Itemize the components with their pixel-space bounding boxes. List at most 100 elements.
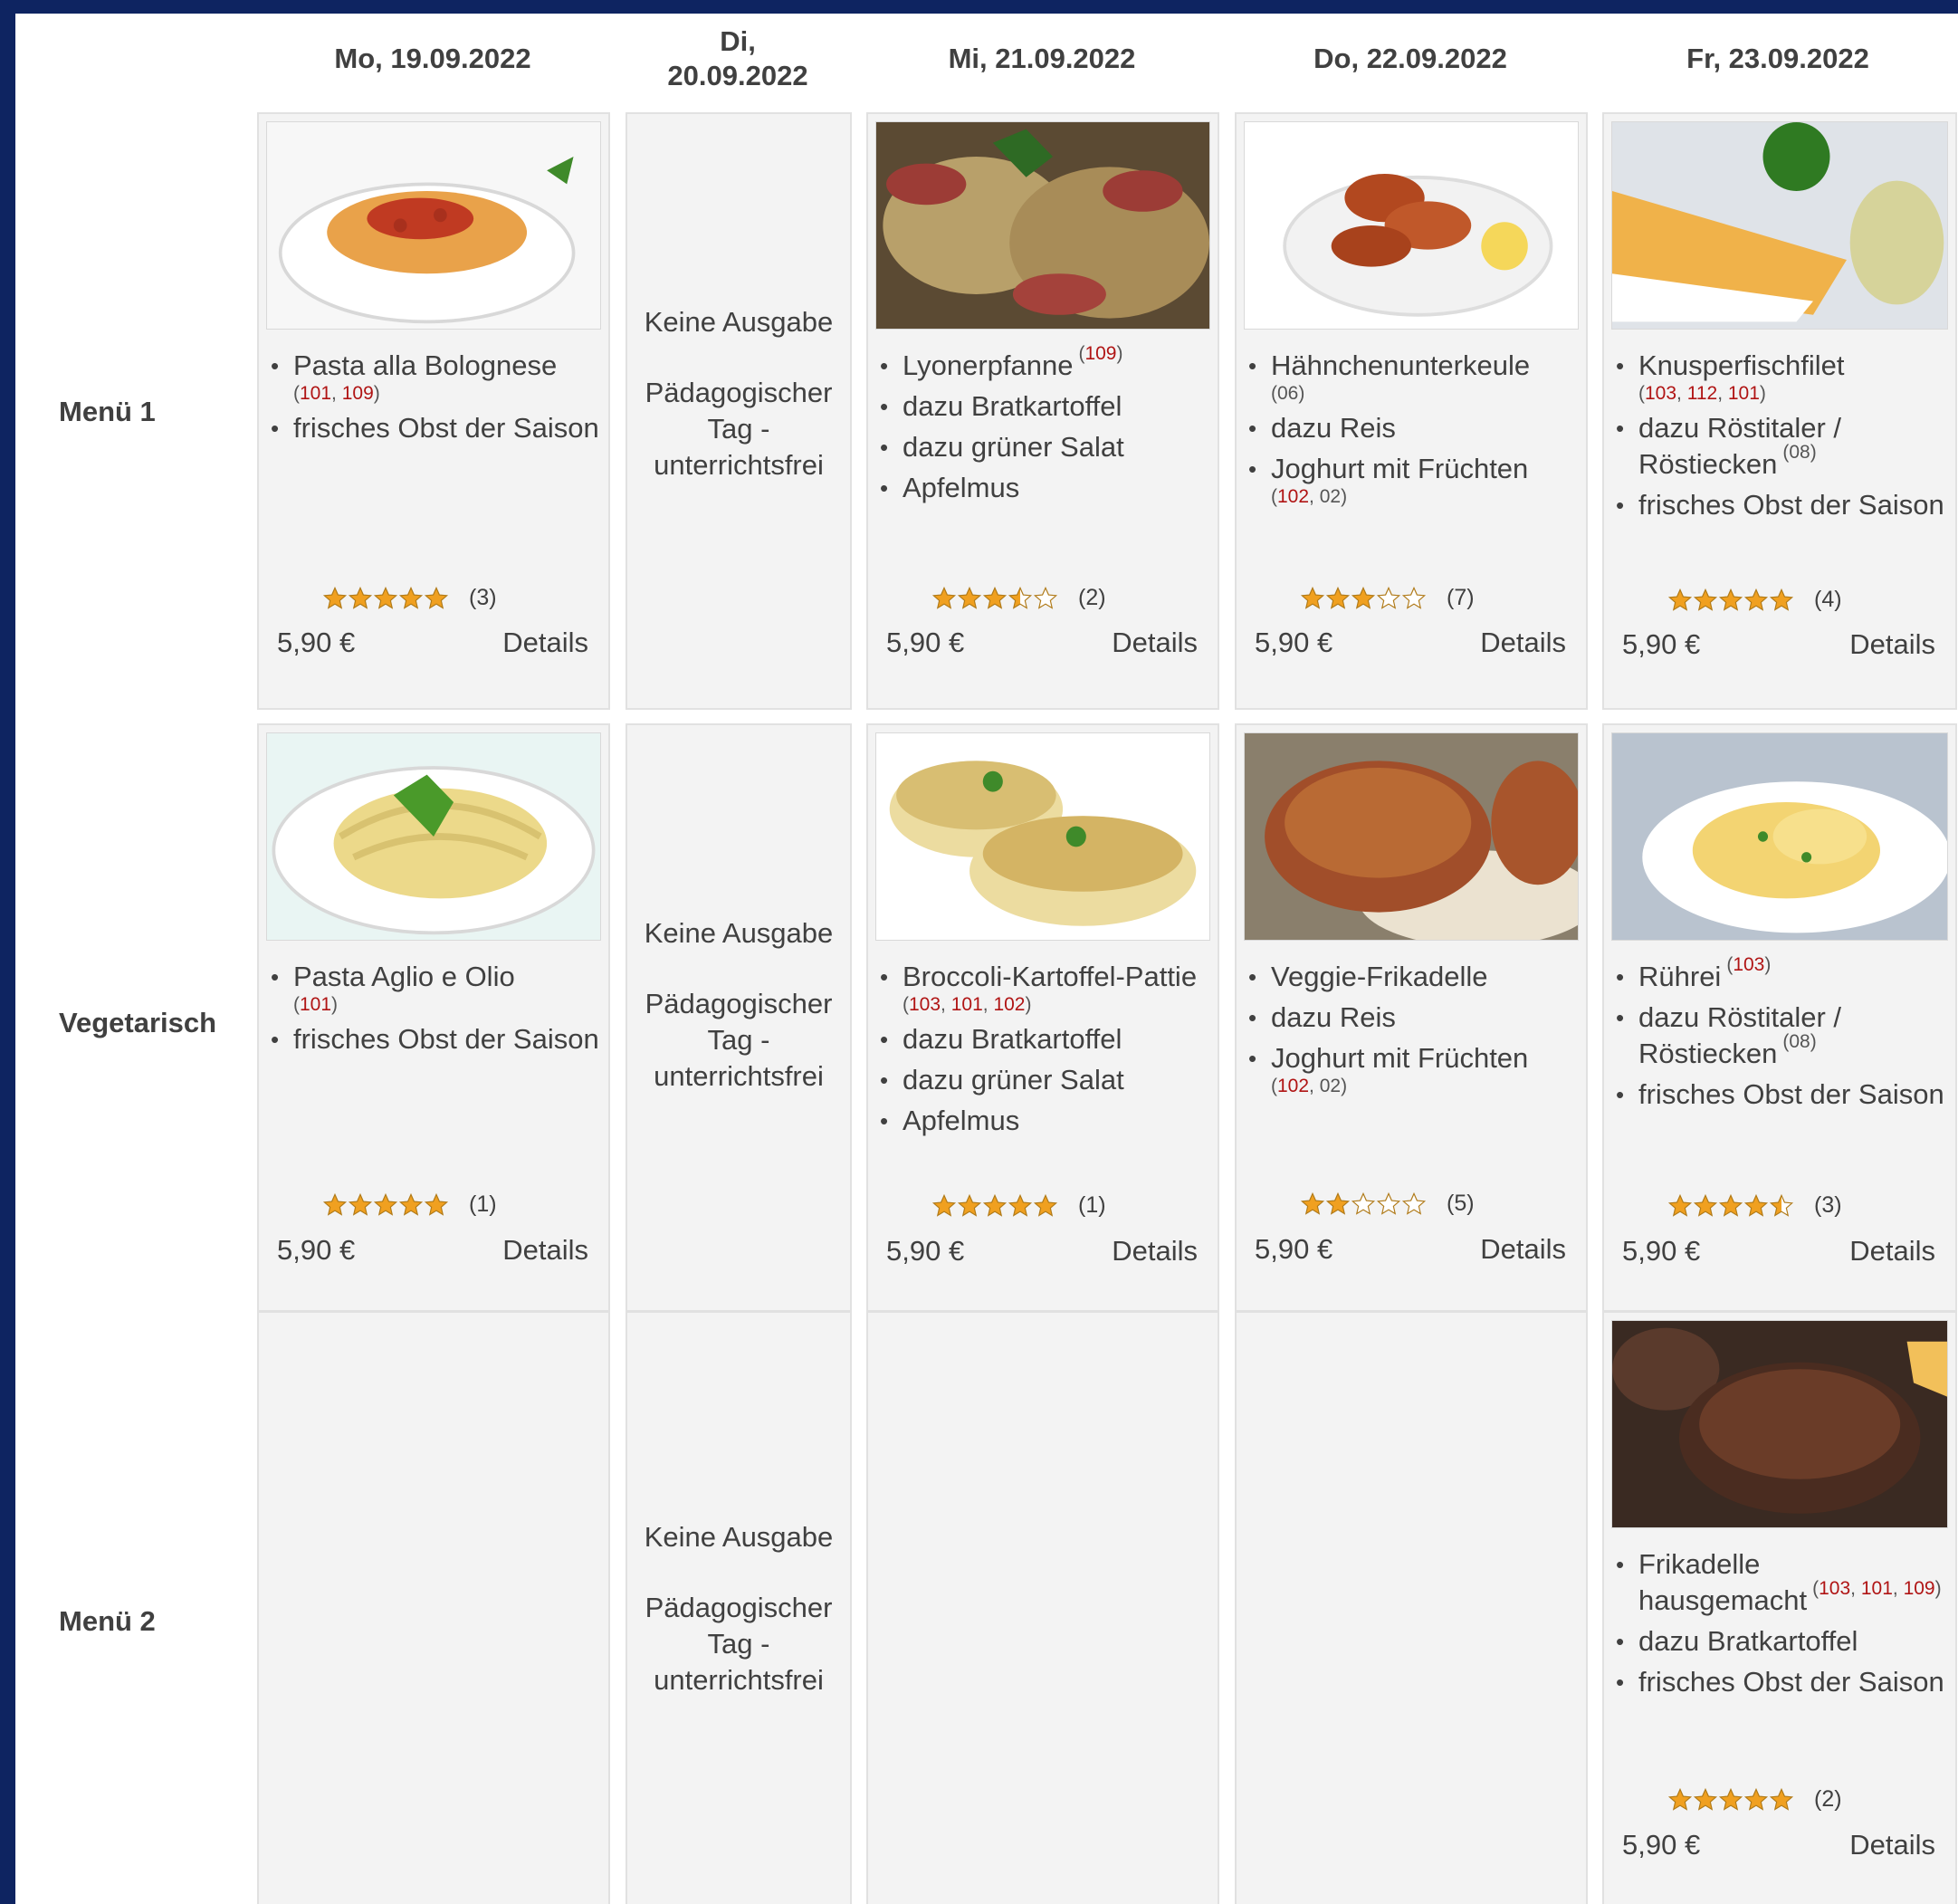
star-icon[interactable] <box>1693 1787 1718 1813</box>
details-link[interactable]: Details <box>1849 1235 1935 1268</box>
allergen-codes: (103) <box>1726 954 1772 975</box>
price: 5,90 € <box>886 627 965 658</box>
details-link[interactable]: Details <box>502 1234 588 1267</box>
star-icon[interactable] <box>1300 586 1325 611</box>
dish-name: Joghurt mit Früchten <box>1271 1042 1529 1074</box>
dish-name: frisches Obst der Saison <box>1638 1078 1944 1110</box>
star-icon[interactable] <box>398 1192 424 1218</box>
star-icon[interactable] <box>1718 1787 1743 1813</box>
menu-card[interactable]: Pasta alla Bolognese(101, 109) frisches O… <box>257 112 610 710</box>
star-icon[interactable] <box>348 1192 373 1218</box>
star-icon[interactable] <box>373 1192 398 1218</box>
dish-list: Lyonerpfanne(109) dazu Bratkartoffel dazu … <box>875 343 1212 511</box>
dish-name: Broccoli-Kartoffel-Pattie <box>903 961 1198 992</box>
chicken-legs-photo <box>1244 121 1579 330</box>
dish-name: Apfelmus <box>903 1105 1020 1136</box>
dish-name: Hähnchenunterkeule <box>1271 349 1531 381</box>
star-icon[interactable] <box>1008 586 1033 611</box>
menu-card[interactable]: Hähnchenunterkeule(06) dazu Reis Joghurt m… <box>1235 112 1588 710</box>
details-link[interactable]: Details <box>1480 1233 1566 1266</box>
star-icon[interactable] <box>322 1192 348 1218</box>
star-icon[interactable] <box>424 586 449 611</box>
star-icon[interactable] <box>1376 1191 1401 1217</box>
details-link[interactable]: Details <box>1480 627 1566 659</box>
star-rating[interactable]: (2) <box>1667 1786 1842 1813</box>
rating-count: (2) <box>1078 585 1106 610</box>
star-icon[interactable] <box>1769 588 1794 613</box>
star-icon[interactable] <box>1769 1193 1794 1219</box>
allergen-codes: (08) <box>1782 442 1817 463</box>
details-link[interactable]: Details <box>502 627 588 659</box>
star-icon[interactable] <box>957 1193 982 1219</box>
star-icon[interactable] <box>1718 1193 1743 1219</box>
star-icon[interactable] <box>982 586 1008 611</box>
star-icon[interactable] <box>1667 588 1693 613</box>
star-icon[interactable] <box>1667 1193 1693 1219</box>
star-icon[interactable] <box>957 586 982 611</box>
menu-plan: Mo, 19.09.2022 Di, 20.09.2022 Mi, 21.09.… <box>15 14 1958 1904</box>
closed-line-2: Pädagogischer Tag - unterrichtsfrei <box>645 377 833 481</box>
star-icon[interactable] <box>1300 1191 1325 1217</box>
star-icon[interactable] <box>424 1192 449 1218</box>
star-icon[interactable] <box>1769 1787 1794 1813</box>
menu-card[interactable]: Pasta Aglio e Olio(101) frisches Obst der… <box>257 723 610 1312</box>
star-icon[interactable] <box>982 1193 1008 1219</box>
star-icon[interactable] <box>931 1193 957 1219</box>
star-icon[interactable] <box>1376 586 1401 611</box>
star-rating[interactable]: (4) <box>1667 587 1842 613</box>
star-rating[interactable]: (7) <box>1300 585 1475 611</box>
star-icon[interactable] <box>1693 588 1718 613</box>
menu-card[interactable]: Lyonerpfanne(109) dazu Bratkartoffel dazu … <box>866 112 1219 710</box>
dish-item: Apfelmus <box>875 1103 1212 1139</box>
star-icon[interactable] <box>1743 1193 1769 1219</box>
star-icon[interactable] <box>1351 586 1376 611</box>
star-rating[interactable]: (3) <box>1667 1192 1842 1219</box>
menu-card[interactable]: Frikadelle hausgemacht(103, 101, 109) daz… <box>1602 1311 1957 1904</box>
star-rating[interactable]: (1) <box>931 1192 1106 1219</box>
price: 5,90 € <box>277 1234 356 1266</box>
menu-card[interactable]: Veggie-Frikadelle dazu Reis Joghurt mit Fr… <box>1235 723 1588 1312</box>
star-rating[interactable]: (3) <box>322 585 497 611</box>
price: 5,90 € <box>1622 1829 1701 1861</box>
menu-card[interactable]: Knusperfischfilet(103, 112, 101)dazu Rös… <box>1602 112 1957 710</box>
details-link[interactable]: Details <box>1849 628 1935 661</box>
star-icon[interactable] <box>1008 1193 1033 1219</box>
scrambled-eggs-photo <box>1611 732 1948 941</box>
star-icon[interactable] <box>373 586 398 611</box>
star-icon[interactable] <box>931 586 957 611</box>
dish-list: Veggie-Frikadelle dazu Reis Joghurt mit Fr… <box>1244 959 1581 1103</box>
dish-item: Joghurt mit Früchten(102, 02) <box>1244 451 1581 509</box>
dish-name: dazu Reis <box>1271 1001 1396 1033</box>
closed-card: Keine Ausgabe Pädagogischer Tag - unterr… <box>626 1311 852 1904</box>
day-header-mi: Mi, 21.09.2022 <box>948 43 1136 74</box>
star-icon[interactable] <box>1743 1787 1769 1813</box>
closed-line-2: Pädagogischer Tag - unterrichtsfrei <box>645 988 833 1092</box>
star-icon[interactable] <box>1401 586 1427 611</box>
star-rating[interactable]: (1) <box>322 1191 497 1218</box>
details-link[interactable]: Details <box>1849 1829 1935 1861</box>
star-rating[interactable]: (2) <box>931 585 1106 611</box>
menu-card[interactable]: Rührei(103) dazu Röstitaler / Röstiecken(… <box>1602 723 1957 1312</box>
star-icon[interactable] <box>1033 586 1058 611</box>
star-icon[interactable] <box>1325 1191 1351 1217</box>
star-icon[interactable] <box>398 586 424 611</box>
star-icon[interactable] <box>1743 588 1769 613</box>
details-link[interactable]: Details <box>1112 1235 1198 1268</box>
dish-name: Knusperfischfilet <box>1638 349 1845 381</box>
star-icon[interactable] <box>1718 588 1743 613</box>
dish-name: frisches Obst der Saison <box>1638 1666 1944 1698</box>
star-icon[interactable] <box>1325 586 1351 611</box>
star-rating[interactable]: (5) <box>1300 1191 1475 1217</box>
star-icon[interactable] <box>322 586 348 611</box>
rating-count: (5) <box>1447 1191 1475 1216</box>
allergen-codes: (102, 02) <box>1271 1076 1348 1096</box>
star-icon[interactable] <box>1667 1787 1693 1813</box>
star-icon[interactable] <box>348 586 373 611</box>
star-icon[interactable] <box>1693 1193 1718 1219</box>
details-link[interactable]: Details <box>1112 627 1198 659</box>
dish-list: Pasta alla Bolognese(101, 109) frisches O… <box>266 348 603 451</box>
menu-card[interactable]: Broccoli-Kartoffel-Pattie(103, 101, 102)… <box>866 723 1219 1312</box>
star-icon[interactable] <box>1351 1191 1376 1217</box>
star-icon[interactable] <box>1033 1193 1058 1219</box>
star-icon[interactable] <box>1401 1191 1427 1217</box>
